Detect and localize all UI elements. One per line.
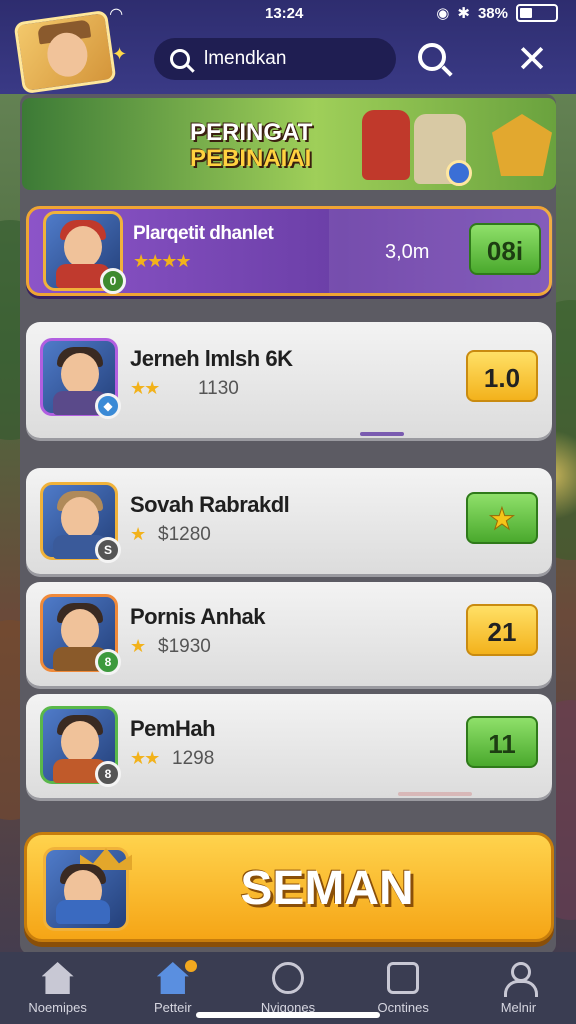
player-score: 3,0m bbox=[385, 241, 430, 263]
leaderboard-row-highlighted[interactable]: 0 Plarqetit dhanlet ★★★★ 3,0m 08i bbox=[26, 206, 553, 296]
player-stars: ★ bbox=[130, 524, 146, 544]
cta-avatar bbox=[43, 847, 132, 931]
star-icon: ★ bbox=[488, 503, 516, 537]
row-progress bbox=[398, 792, 472, 796]
nav-label: Melnir bbox=[500, 1000, 537, 1015]
cta-label: SEMAN bbox=[240, 862, 414, 915]
row-progress bbox=[360, 432, 404, 436]
player-stars: ★★ bbox=[130, 378, 160, 398]
close-icon: ✕ bbox=[516, 39, 548, 81]
nav-item-noemipes[interactable]: Noemipes bbox=[0, 952, 115, 1024]
rank-badge: 8 bbox=[95, 761, 121, 787]
rank-button[interactable]: 21 bbox=[466, 604, 538, 656]
avatar-head bbox=[61, 497, 99, 539]
rank-button[interactable]: 11 bbox=[466, 716, 538, 768]
location-icon: ◉ bbox=[436, 5, 450, 22]
search-icon bbox=[418, 43, 446, 71]
player-stars: ★★ bbox=[130, 748, 160, 768]
rank-badge: S bbox=[95, 537, 121, 563]
leaderboard-row[interactable]: 8 Pornis Anhak ★ $1930 21 bbox=[26, 582, 552, 686]
player-name: PemHah bbox=[130, 716, 216, 741]
clock-icon bbox=[272, 962, 304, 994]
player-score: 1298 bbox=[172, 748, 215, 769]
player-avatar: 8 bbox=[40, 594, 121, 675]
avatar-head bbox=[64, 226, 102, 268]
avatar-head bbox=[61, 721, 99, 763]
cta-button[interactable]: SEMAN bbox=[24, 832, 554, 942]
search-button[interactable] bbox=[414, 40, 454, 80]
avatar-head bbox=[61, 353, 99, 395]
player-avatar: ◆ bbox=[40, 338, 121, 419]
banner-title: PERINGAT PEBINAIAI bbox=[190, 120, 370, 172]
banner-hero-red bbox=[362, 110, 410, 180]
star-button[interactable]: ★ bbox=[466, 492, 538, 544]
rank-badge: 0 bbox=[100, 268, 126, 294]
banner-badge-icon bbox=[446, 160, 472, 186]
notification-dot bbox=[185, 960, 198, 972]
player-avatar: 0 bbox=[43, 211, 126, 294]
home-active-icon bbox=[156, 962, 189, 994]
player-avatar: S bbox=[40, 482, 121, 563]
banner-title-line2: PEBINAIAI bbox=[190, 145, 312, 172]
rank-button[interactable]: 08i bbox=[469, 223, 541, 275]
close-button[interactable]: ✕ bbox=[510, 40, 554, 84]
player-name: Pornis Anhak bbox=[130, 604, 266, 629]
nav-item-melnir[interactable]: Melnir bbox=[461, 952, 576, 1024]
box-icon bbox=[387, 962, 420, 994]
leaderboard-row[interactable]: 8 PemHah ★★ 1298 11 bbox=[26, 694, 552, 798]
player-score: $1930 bbox=[158, 636, 211, 657]
battery-text: 38% bbox=[477, 4, 508, 22]
top-header: ◠ 13:24 ◉ ✱ 38% ✦ lmendkan ✕ bbox=[0, 0, 576, 95]
home-icon bbox=[41, 962, 74, 994]
search-bar[interactable]: lmendkan bbox=[154, 38, 396, 80]
player-name: Sovah Rabrakdl bbox=[130, 492, 290, 517]
bluetooth-icon: ✱ bbox=[457, 5, 470, 22]
banner-title-line1: PERINGAT bbox=[190, 119, 313, 146]
crest-icon bbox=[492, 114, 552, 176]
status-right: ◉ ✱ 38% bbox=[436, 4, 558, 22]
avatar-head bbox=[61, 609, 99, 651]
player-score: 1130 bbox=[198, 378, 239, 399]
player-stars: ★ bbox=[130, 636, 146, 656]
person-icon bbox=[502, 962, 539, 997]
player-avatar[interactable] bbox=[13, 9, 117, 95]
wifi-icon: ◠ bbox=[110, 6, 123, 23]
home-indicator[interactable] bbox=[196, 1012, 380, 1018]
rank-badge: ◆ bbox=[95, 393, 121, 419]
sparkle-icon: ✦ bbox=[112, 44, 128, 64]
rank-button[interactable]: 1.0 bbox=[466, 350, 538, 402]
player-avatar: 8 bbox=[40, 706, 121, 787]
leaderboard-row[interactable]: S Sovah Rabrakdl ★ $1280 ★ bbox=[26, 468, 552, 574]
search-input[interactable]: lmendkan bbox=[204, 48, 286, 70]
player-score: $1280 bbox=[158, 524, 211, 545]
search-icon bbox=[170, 49, 190, 69]
player-name: Plarqetit dhanlet bbox=[133, 223, 274, 244]
leaderboard-row[interactable]: ◆ Jerneh lmlsh 6K ★★ 1130 1.0 bbox=[26, 322, 552, 438]
player-stars: ★★★★ bbox=[133, 251, 192, 271]
nav-label: Noemipes bbox=[28, 1000, 87, 1015]
avatar-body bbox=[56, 900, 110, 924]
event-banner: PERINGAT PEBINAIAI bbox=[22, 98, 556, 190]
player-name: Jerneh lmlsh 6K bbox=[130, 346, 293, 371]
rank-badge: 8 bbox=[95, 649, 121, 675]
status-time: 13:24 bbox=[265, 5, 304, 22]
battery-icon bbox=[516, 4, 558, 22]
